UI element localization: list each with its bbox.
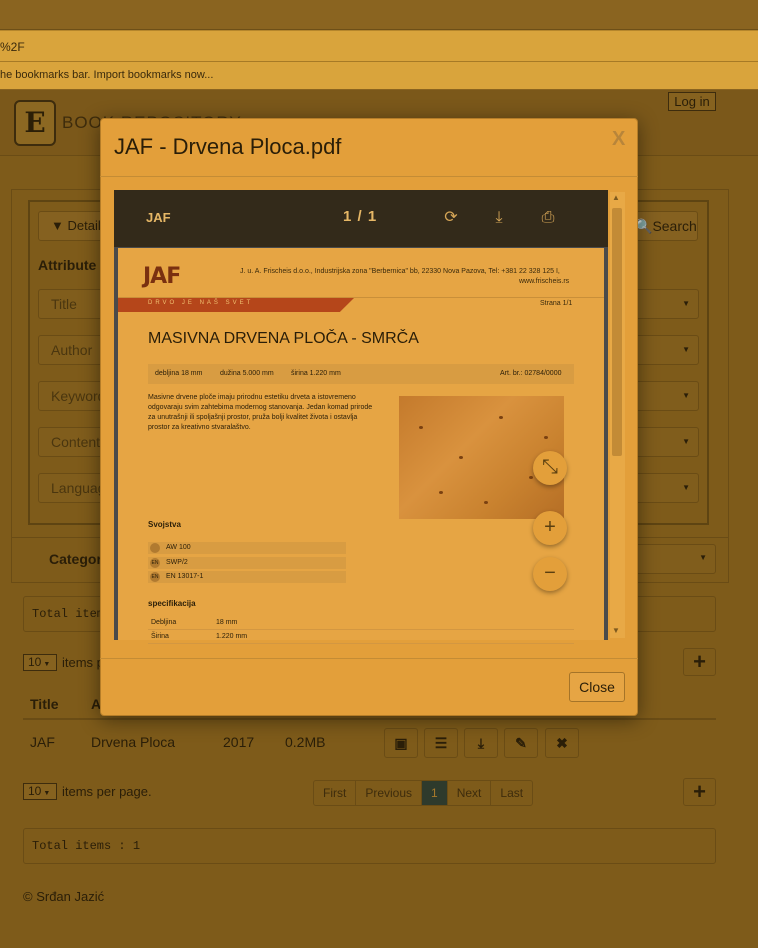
length: dužina 5.000 mm — [220, 370, 274, 377]
document-icon: ☰ — [434, 735, 448, 751]
jaf-logo: JAF — [143, 264, 181, 289]
attribute-heading: Attribute — [38, 257, 97, 273]
company-address: J. u. A. Frischeis d.o.o., Industrijska … — [240, 268, 560, 275]
download-button[interactable]: ⤓ — [464, 728, 498, 758]
zoom-out-icon[interactable]: − — [533, 557, 567, 591]
dropdown-arrow-icon: ▼ — [682, 483, 690, 492]
rotate-icon[interactable]: ⟳ — [440, 207, 462, 229]
modal-title: JAF - Drvena Ploca.pdf — [114, 134, 342, 159]
add-book-button-bottom[interactable]: + — [683, 778, 716, 806]
per-page-select-bottom[interactable]: 10 ▼ — [23, 783, 57, 800]
caret-down-icon: ▼ — [51, 218, 68, 233]
width: širina 1.220 mm — [291, 370, 341, 377]
fit-page-icon[interactable]: ⤡ — [533, 451, 567, 485]
total-items-bottom: Total items : 1 — [23, 828, 716, 864]
product-title: MASIVNA DRVENA PLOČA - SMRČA — [148, 330, 419, 347]
company-website: www.frischeis.rs — [519, 278, 570, 285]
dropdown-arrow-icon: ▼ — [43, 790, 51, 797]
cell-author: Drvena Ploca — [91, 734, 176, 750]
delete-button[interactable]: ✖ — [545, 728, 579, 758]
pager-last[interactable]: Last — [491, 781, 532, 805]
details-toggle-button[interactable]: ▼ Detail — [38, 211, 108, 241]
url-text: %2F — [0, 40, 25, 54]
pdf-doc-title: JAF — [146, 210, 171, 225]
print-icon[interactable]: ⎙ — [537, 207, 559, 229]
zoom-in-icon[interactable]: + — [533, 511, 567, 545]
plus-icon: + — [693, 649, 706, 674]
spec-heading: specifikacija — [148, 599, 196, 608]
dropdown-arrow-icon: ▼ — [682, 299, 690, 308]
edit-button[interactable]: ✎ — [504, 728, 538, 758]
book-logo-icon[interactable]: E — [14, 100, 56, 146]
dropdown-arrow-icon: ▼ — [682, 345, 690, 354]
spec-row: Debljina 18 mm — [148, 616, 574, 630]
per-page-label-top: items p — [62, 655, 104, 670]
property-row: EN SWP/2 — [148, 557, 346, 569]
edit-icon: ✎ — [515, 735, 527, 751]
pager-page-1[interactable]: 1 — [422, 781, 448, 805]
pdf-page-label: Strana 1/1 — [540, 300, 573, 307]
scrollbar-thumb[interactable] — [612, 208, 622, 456]
table-row: JAF Drvena Ploca 2017 0.2MB — [23, 722, 716, 762]
pager-first[interactable]: First — [314, 781, 357, 805]
search-button[interactable]: 🔍Search — [628, 211, 698, 241]
property-icon — [150, 543, 160, 553]
scroll-down-icon[interactable]: ▼ — [612, 626, 620, 635]
dropdown-arrow-icon: ▼ — [43, 661, 51, 668]
pager-next[interactable]: Next — [448, 781, 492, 805]
view-image-button[interactable]: ▣ — [384, 728, 418, 758]
browser-tab-bar — [0, 0, 758, 30]
address-bar[interactable]: %2F — [0, 30, 758, 62]
dropdown-arrow-icon: ▼ — [699, 553, 707, 562]
download-icon[interactable]: ⤓ — [488, 207, 510, 229]
product-description: Masivne drvene ploče imaju prirodnu este… — [148, 394, 373, 431]
close-button[interactable]: Close — [569, 672, 625, 702]
dropdown-arrow-icon: ▼ — [682, 437, 690, 446]
plus-icon: + — [693, 779, 706, 804]
per-page-select-top[interactable]: 10 ▼ — [23, 654, 57, 671]
footer-copyright: © Srđan Jazić — [23, 889, 105, 904]
property-icon: EN — [150, 558, 160, 568]
pdf-page-indicator: 1 / 1 — [343, 208, 378, 225]
per-page-label-bottom: items per page. — [62, 784, 152, 799]
slogan-text: DRVO JE NAŠ SVET — [148, 300, 254, 306]
thickness: debljina 18 mm — [155, 370, 203, 377]
bookmarks-hint[interactable]: he bookmarks bar. Import bookmarks now..… — [0, 69, 213, 81]
property-row: EN EN 13017-1 — [148, 571, 346, 583]
pagination: First Previous 1 Next Last — [313, 780, 534, 806]
login-button[interactable]: Log in — [668, 92, 716, 111]
modal-header-divider — [100, 176, 638, 177]
properties-heading: Svojstva — [148, 520, 181, 529]
cell-title: JAF — [30, 734, 55, 750]
property-row: AW 100 — [148, 542, 346, 554]
download-icon: ⤓ — [477, 735, 485, 751]
pager-previous[interactable]: Previous — [356, 781, 423, 805]
close-icon: ✖ — [556, 735, 568, 751]
image-icon: ▣ — [394, 735, 408, 751]
scroll-up-icon[interactable]: ▲ — [612, 193, 620, 202]
view-details-button[interactable]: ☰ — [424, 728, 458, 758]
add-book-button-top[interactable]: + — [683, 648, 716, 676]
column-title[interactable]: Title — [30, 696, 59, 712]
spec-row: Širina 1.220 mm — [148, 630, 574, 644]
cell-size: 0.2MB — [285, 734, 326, 750]
cell-year: 2017 — [223, 734, 255, 750]
property-icon: EN — [150, 572, 160, 582]
modal-footer-divider — [100, 658, 638, 659]
dropdown-arrow-icon: ▼ — [682, 391, 690, 400]
article-number: Art. br.: 02784/0000 — [500, 370, 562, 377]
bookmarks-bar: he bookmarks bar. Import bookmarks now..… — [0, 62, 758, 90]
modal-close-x-icon[interactable]: X — [612, 128, 625, 151]
dimensions-bar: debljina 18 mm dužina 5.000 mm širina 1.… — [148, 364, 574, 384]
